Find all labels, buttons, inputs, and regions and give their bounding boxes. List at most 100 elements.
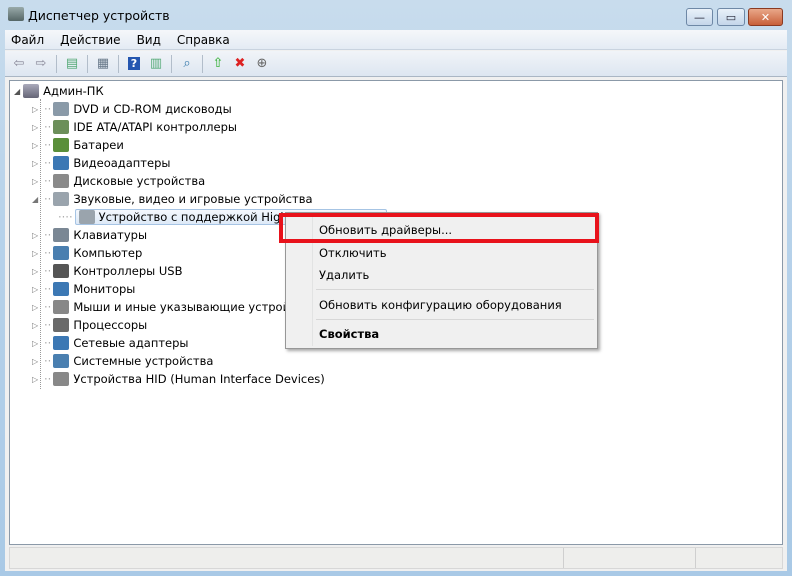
minimize-button[interactable]: — [686,8,713,26]
category-label: Дисковые устройства [73,174,206,188]
properties-icon[interactable]: ▦ [94,55,112,73]
expand-arrow-icon[interactable]: ▷ [32,105,40,114]
tree-connector: ···· [58,210,73,224]
tree-connector: ·· [44,102,52,116]
device-category-icon [53,336,70,350]
category-label: Видеоадаптеры [73,156,171,170]
expand-arrow-icon[interactable]: ▷ [32,303,40,312]
action-pane-icon[interactable]: ▥ [147,55,165,73]
category-label: Звуковые, видео и игровые устройства [73,192,313,206]
category-label: DVD и CD-ROM дисководы [73,102,232,116]
root-label: Админ-ПК [43,84,104,98]
device-category-icon [53,318,70,332]
tree-category[interactable]: ▷ ·· Видеоадаптеры [32,154,170,172]
tree-connector: ·· [44,336,52,350]
tree-category[interactable]: ▷ ·· Компьютер [32,244,142,262]
tree-connector: ·· [44,156,52,170]
tree-category[interactable]: ▷ ·· Устройства HID (Human Interface Devic… [32,370,325,388]
expand-arrow-icon[interactable]: ▷ [32,177,40,186]
category-label: Контроллеры USB [73,264,183,278]
category-label: Устройства HID (Human Interface Devices) [73,372,325,386]
disable-device-icon[interactable]: ✖ [231,55,249,73]
expand-arrow-icon[interactable]: ▷ [32,231,40,240]
toolbar-separator [171,54,172,73]
uninstall-device-icon[interactable]: ⊕ [253,55,271,73]
expand-arrow-icon[interactable]: ▷ [32,159,40,168]
device-category-icon [53,174,70,188]
expand-arrow-icon[interactable]: ▷ [32,267,40,276]
status-pane-divider [695,548,696,568]
tree-category[interactable]: ▷ ·· Сетевые адаптеры [32,334,189,352]
category-label: IDE ATA/ATAPI контроллеры [73,120,237,134]
tree-category[interactable]: ▷ ·· Клавиатуры [32,226,147,244]
close-button[interactable]: ✕ [748,8,783,26]
toolbar-separator [202,54,203,73]
expand-arrow-icon[interactable]: ▷ [32,141,40,150]
maximize-button[interactable]: ▭ [717,8,745,26]
category-label: Батареи [73,138,124,152]
device-category-icon [53,228,70,242]
category-label: Клавиатуры [73,228,148,242]
tree-connector: ·· [44,354,52,368]
category-label: Сетевые адаптеры [73,336,189,350]
device-category-icon [53,192,70,206]
device-category-icon [53,138,70,152]
menu-help[interactable]: Справка [177,33,230,47]
tree-connector: ·· [44,138,52,152]
category-label: Мониторы [73,282,136,296]
show-hide-console-tree-icon[interactable]: ▤ [63,55,81,73]
device-category-icon [53,282,70,296]
expand-arrow-icon[interactable]: ▷ [32,339,40,348]
tree-category[interactable]: ▷ ·· Дисковые устройства [32,172,205,190]
tree-category[interactable]: ▷ ·· Контроллеры USB [32,262,182,280]
expand-arrow-icon[interactable]: ▷ [32,321,40,330]
expand-arrow-icon[interactable]: ▷ [32,123,40,132]
category-label: Процессоры [73,318,148,332]
expand-arrow-icon[interactable]: ▷ [32,285,40,294]
tree-connector: ·· [44,318,52,332]
status-pane-divider [563,548,564,568]
tree-category[interactable]: ▷ ·· Системные устройства [32,352,213,370]
help-icon[interactable]: ? [125,55,143,73]
menu-file[interactable]: Файл [11,33,44,47]
forward-icon[interactable]: ⇨ [32,55,50,73]
tree-connector: ·· [44,120,52,134]
tree-connector: ·· [44,282,52,296]
tree-category[interactable]: ▷ ·· Процессоры [32,316,147,334]
menu-item-disable[interactable]: Отключить [319,246,386,260]
toolbar-separator [56,54,57,73]
menu-item-uninstall[interactable]: Удалить [319,268,369,282]
expand-arrow-icon[interactable]: ▷ [32,357,40,366]
device-category-icon [53,102,70,116]
collapse-arrow-icon[interactable]: ◢ [14,87,20,96]
back-icon[interactable]: ⇦ [10,55,28,73]
category-label: Мыши и иные указывающие устройства [73,300,317,314]
expand-arrow-icon[interactable]: ▷ [32,249,40,258]
tree-category[interactable]: ▷ ·· Батареи [32,136,124,154]
tree-connector: ·· [44,192,52,206]
menu-view[interactable]: Вид [137,33,161,47]
menu-item-properties[interactable]: Свойства [319,327,379,341]
tree-category[interactable]: ▷ ·· IDE ATA/ATAPI контроллеры [32,118,237,136]
scan-hardware-icon[interactable]: ⌕ [178,55,196,73]
update-driver-icon[interactable]: ⇧ [209,55,227,73]
toolbar-separator [118,54,119,73]
tree-category[interactable]: ▷ ·· Мыши и иные указывающие устройства [32,298,317,316]
expand-arrow-icon[interactable]: ▷ [32,375,40,384]
tree-root[interactable]: ◢ Админ-ПК [14,82,104,100]
device-category-icon [53,246,70,260]
menu-item-scan-hardware[interactable]: Обновить конфигурацию оборудования [319,298,562,312]
tree-category[interactable]: ▷ ·· DVD и CD-ROM дисководы [32,100,232,118]
collapse-arrow-icon[interactable]: ◢ [32,195,40,204]
tree-connector: ·· [44,372,52,386]
window-title: Диспетчер устройств [28,8,170,23]
status-bar [9,547,783,569]
tree-connector: ·· [44,174,52,188]
tree-category[interactable]: ▷ ·· Мониторы [32,280,135,298]
device-category-icon [53,120,70,134]
menu-action[interactable]: Действие [60,33,120,47]
menu-separator [316,289,594,290]
device-category-icon [53,264,70,278]
device-category-icon [53,372,70,386]
tree-category[interactable]: ◢ ·· Звуковые, видео и игровые устройства [32,190,313,208]
